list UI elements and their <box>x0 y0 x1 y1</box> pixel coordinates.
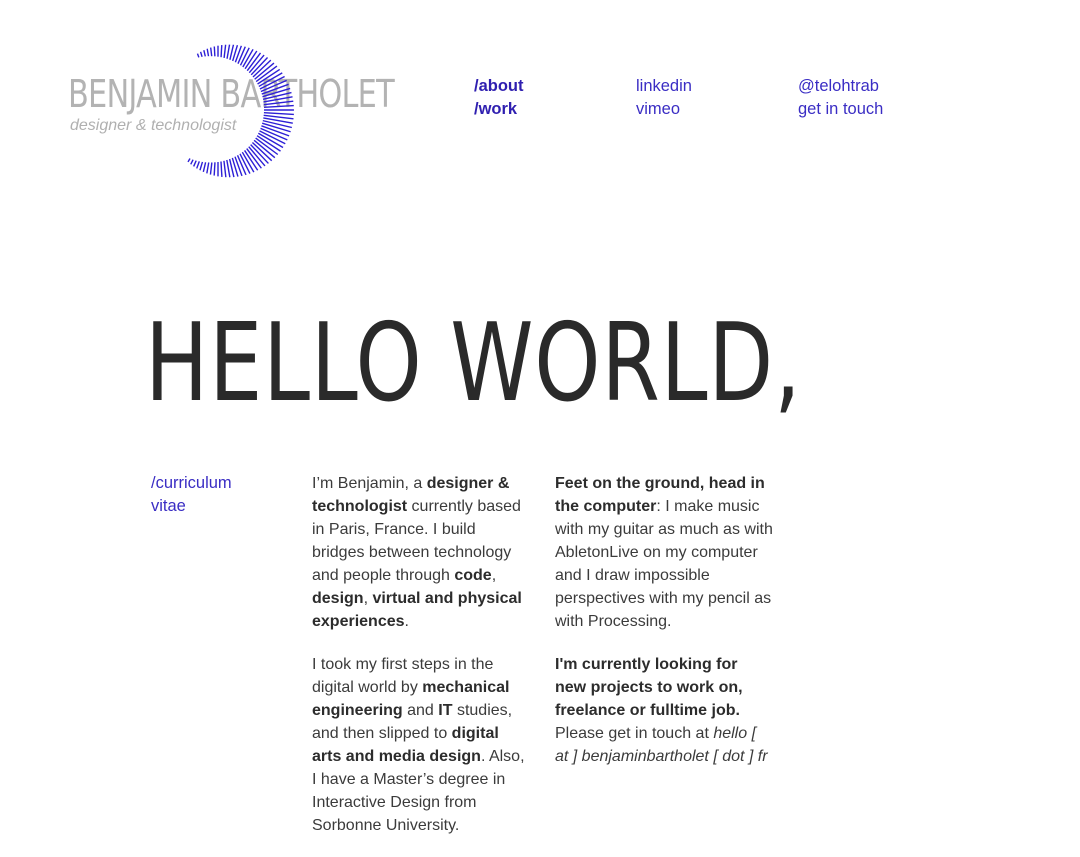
bio-text: . <box>404 613 409 630</box>
burst-ray <box>187 158 191 163</box>
burst-ray <box>255 137 279 156</box>
logo-tagline: designer & technologist <box>70 117 237 134</box>
nav-social: linkedin vimeo <box>636 75 692 121</box>
bio-emphasis-text: code <box>454 567 492 584</box>
burst-ray <box>190 159 194 165</box>
nav-link-twitter[interactable]: @telohtrab <box>798 75 883 98</box>
burst-ray <box>199 51 203 57</box>
nav-link-vimeo[interactable]: vimeo <box>636 98 692 121</box>
burst-ray <box>229 44 235 60</box>
bio-column-right: Feet on the ground, head in the computer… <box>555 472 773 788</box>
bio-emphasis-text: IT <box>438 702 453 719</box>
cv-link[interactable]: /curriculum vitae <box>151 474 232 515</box>
burst-ray <box>196 53 200 58</box>
nav-link-work[interactable]: /work <box>474 98 524 121</box>
burst-ray <box>210 47 213 57</box>
burst-ray <box>250 144 269 164</box>
burst-ray <box>253 139 276 159</box>
bio-paragraph-intro: I’m Benjamin, a designer & technologist … <box>312 472 530 633</box>
bio-paragraph-hobbies: Feet on the ground, head in the computer… <box>555 472 773 633</box>
nav-primary: /about /work <box>474 75 524 121</box>
nav-contact: @telohtrab get in touch <box>798 75 883 121</box>
cv-link-line1: /curriculum <box>151 474 232 492</box>
burst-ray <box>234 156 243 177</box>
bio-text: Please get in touch at <box>555 725 714 742</box>
burst-ray <box>203 50 206 57</box>
burst-ray <box>251 141 273 162</box>
burst-ray <box>209 162 213 175</box>
bio-column-left: I’m Benjamin, a designer & technologist … <box>312 472 530 857</box>
burst-ray <box>220 45 223 58</box>
bio-emphasis-text: design <box>312 590 364 607</box>
burst-ray <box>206 162 210 174</box>
bio-text: , <box>491 567 497 584</box>
burst-ray <box>226 159 231 178</box>
bio-text: : I make music with my guitar as much as… <box>555 498 773 630</box>
burst-ray <box>202 162 207 173</box>
burst-ray <box>193 160 197 167</box>
burst-ray <box>213 46 216 57</box>
bio-paragraph-background: I took my first steps in the digital wor… <box>312 653 530 837</box>
nav-link-linkedin[interactable]: linkedin <box>636 75 692 98</box>
hero-title: HELLO WORLD, <box>145 301 802 426</box>
burst-ray <box>263 111 294 116</box>
burst-ray <box>226 44 231 59</box>
burst-ray <box>206 48 210 57</box>
bio-text: and <box>402 702 439 719</box>
burst-ray <box>213 162 216 176</box>
burst-ray <box>223 44 227 59</box>
bio-paragraph-availability: I'm currently looking for new projects t… <box>555 653 773 768</box>
nav-link-about[interactable]: /about <box>474 75 524 98</box>
radial-burst-arc-icon <box>187 44 294 178</box>
burst-ray <box>220 161 223 177</box>
burst-ray <box>237 46 246 64</box>
burst-ray <box>196 161 200 169</box>
bio-emphasis-text: I'm currently looking for new projects t… <box>555 656 743 719</box>
burst-ray <box>199 161 204 171</box>
nav-link-get-in-touch[interactable]: get in touch <box>798 98 883 121</box>
cv-link-block: /curriculum vitae <box>151 472 271 518</box>
site-logo[interactable]: BENJAMIN BARTHOLET designer & technologi… <box>68 40 395 185</box>
burst-ray <box>223 160 227 178</box>
burst-ray <box>263 104 294 109</box>
bio-text: I’m Benjamin, a <box>312 475 427 492</box>
cv-link-line2: vitae <box>151 497 186 515</box>
